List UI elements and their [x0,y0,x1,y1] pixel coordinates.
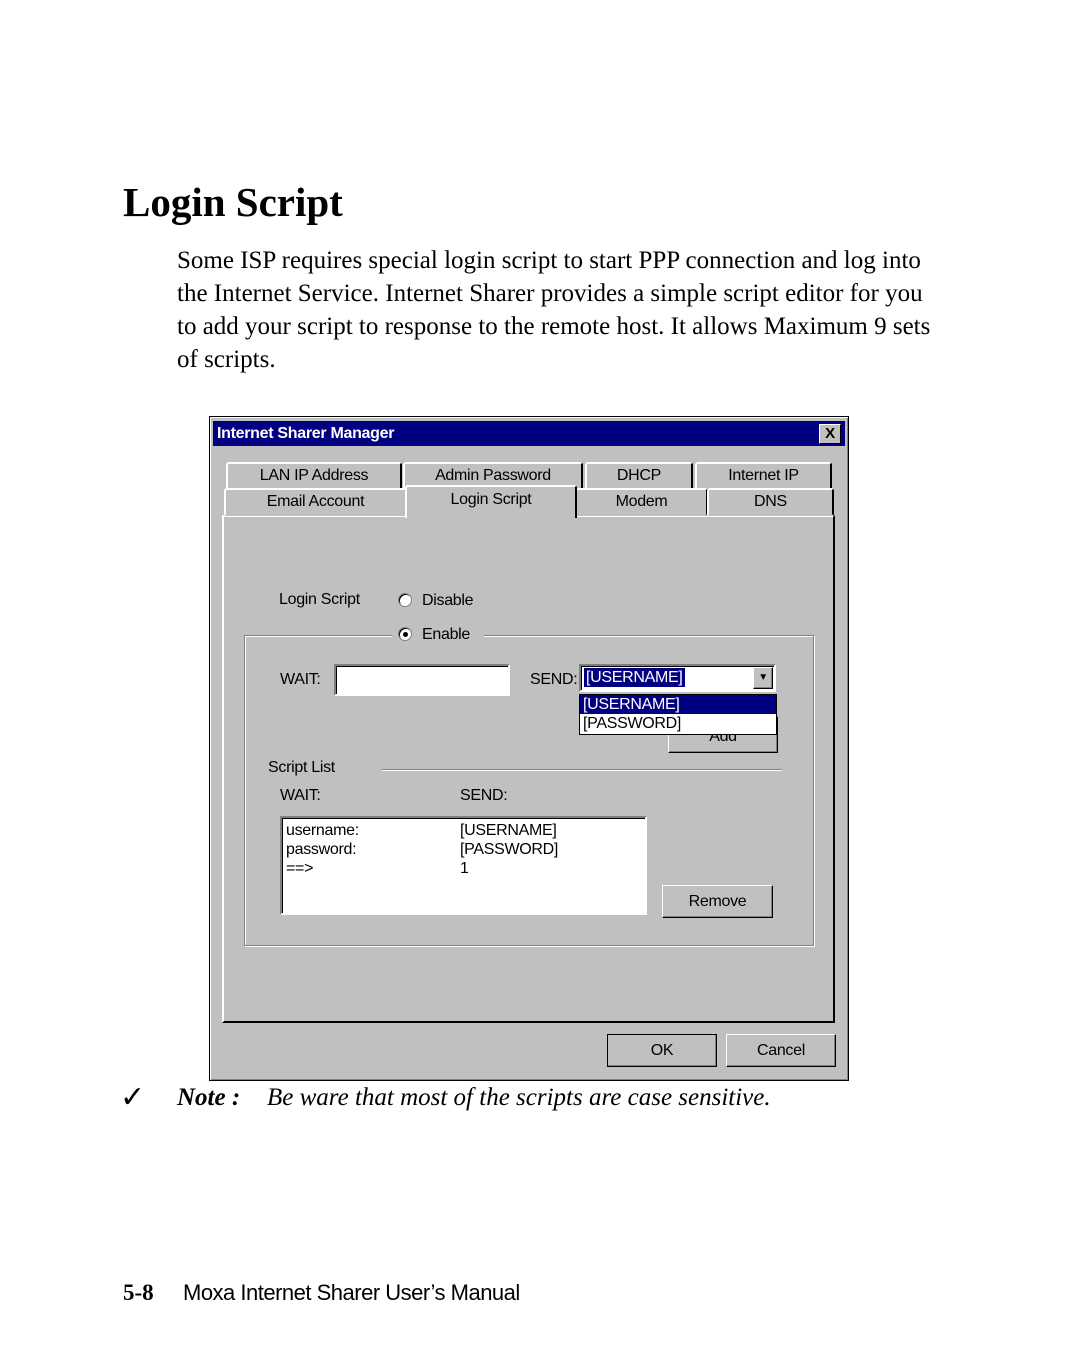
dropdown-button[interactable]: ▼ [753,667,773,689]
dropdown-option[interactable]: [USERNAME] [580,695,776,714]
page-number: 5-8 [123,1280,154,1305]
send-combobox[interactable]: [USERNAME] ▼ [579,664,776,692]
disable-label: Disable [422,592,474,609]
divider [382,769,782,771]
send-label: SEND: [530,671,578,688]
dialog-title: Internet Sharer Manager [217,425,395,442]
close-icon: X [825,425,835,442]
chevron-down-icon: ▼ [758,672,768,683]
disable-radio[interactable] [398,593,412,607]
tab-dns[interactable]: DNS [707,488,834,516]
dialog-titlebar: Internet Sharer Manager [213,421,845,446]
list-send-header: SEND: [460,787,508,804]
login-script-label: Login Script [279,591,360,608]
wait-input[interactable] [334,664,510,696]
tab-dhcp[interactable]: DHCP [585,462,693,490]
tab-email-account[interactable]: Email Account [224,488,407,516]
note-text: Be ware that most of the scripts are cas… [267,1084,771,1111]
note-label: Note : [177,1084,241,1111]
tab-login-script[interactable]: Login Script [405,485,577,518]
close-button[interactable]: X [819,424,841,444]
list-item[interactable]: username: [USERNAME] [286,821,641,840]
script-list-label: Script List [268,759,335,776]
enable-radio[interactable] [398,627,412,641]
cancel-button[interactable]: Cancel [726,1034,836,1067]
list-item[interactable]: ==> 1 [286,859,641,878]
tab-internet-ip[interactable]: Internet IP [695,462,832,490]
ok-button[interactable]: OK [607,1034,717,1067]
list-item[interactable]: password: [PASSWORD] [286,840,641,859]
tab-lan-ip-address[interactable]: LAN IP Address [226,462,402,490]
wait-label: WAIT: [280,671,321,688]
tab-modem[interactable]: Modem [575,488,708,516]
remove-button[interactable]: Remove [662,885,773,918]
enable-label: Enable [422,626,471,643]
send-dropdown-list: [USERNAME] [PASSWORD] [579,694,777,735]
footer-title: Moxa Internet Sharer User’s Manual [183,1280,520,1305]
dropdown-option[interactable]: [PASSWORD] [580,714,776,733]
intro-paragraph: Some ISP requires special login script t… [177,247,931,373]
list-wait-header: WAIT: [280,787,321,804]
page-title: Login Script [123,179,343,225]
script-listbox[interactable]: username: [USERNAME] password: [PASSWORD] … [280,816,647,915]
send-selected-value: [USERNAME] [584,668,685,687]
checkmark-icon: ✓ [120,1080,146,1115]
